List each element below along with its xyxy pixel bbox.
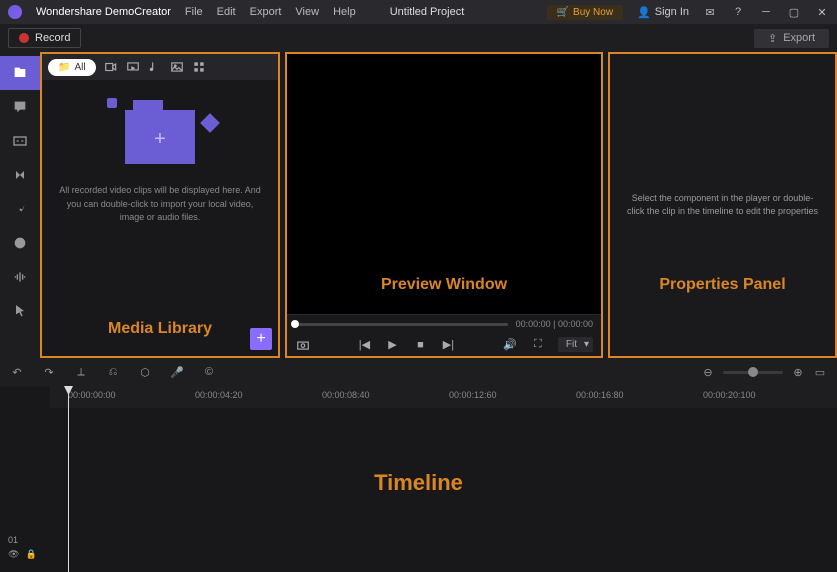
ruler-mark: 00:00:16:80: [576, 390, 624, 400]
project-name: Untitled Project: [390, 6, 465, 18]
sidebar-library[interactable]: [0, 56, 40, 90]
main-toolbar: Record ⇪ Export: [0, 24, 837, 52]
volume-button[interactable]: 🔊: [502, 337, 518, 353]
sidebar-captions[interactable]: [0, 124, 40, 158]
redo-button[interactable]: ↷: [42, 365, 56, 379]
visibility-icon[interactable]: 👁: [8, 549, 19, 560]
media-tab-image-icon[interactable]: [170, 60, 184, 74]
sign-in-button[interactable]: 👤 Sign In: [637, 6, 689, 19]
stop-button[interactable]: ■: [412, 337, 428, 353]
fit-select[interactable]: Fit ▾: [558, 337, 593, 352]
voiceover-button[interactable]: 🎤: [170, 365, 184, 379]
preview-time: 00:00:00 | 00:00:00: [516, 319, 593, 329]
ruler-mark: 00:00:04:20: [195, 390, 243, 400]
menu-help[interactable]: Help: [333, 6, 356, 18]
zoom-out-button[interactable]: ⊖: [701, 365, 715, 379]
prev-frame-button[interactable]: |◀: [356, 337, 372, 353]
track-number: 01: [8, 535, 37, 545]
media-tab-audio-icon[interactable]: [148, 60, 162, 74]
sidebar-cursor[interactable]: [0, 294, 40, 328]
folder-art-icon: +: [125, 110, 195, 164]
media-tab-screen-icon[interactable]: [126, 60, 140, 74]
zoom-control: ⊖ ⊕ ▭: [701, 365, 827, 379]
timeline-label: Timeline: [374, 470, 463, 496]
timeline-toolbar: ↶ ↷ ⟂ ⎌ ⬡ 🎤 © ⊖ ⊕ ▭: [0, 358, 837, 386]
sidebar: [0, 52, 40, 358]
menu-edit[interactable]: Edit: [217, 6, 236, 18]
record-label: Record: [35, 32, 70, 44]
cart-icon: 🛒: [557, 7, 569, 18]
undo-button[interactable]: ↶: [10, 365, 24, 379]
media-library-panel: 📁 All + All recorded video clips will be…: [40, 52, 280, 358]
mail-icon[interactable]: ✉: [703, 5, 717, 19]
ruler-mark: 00:00:00:00: [68, 390, 116, 400]
zoom-in-button[interactable]: ⊕: [791, 365, 805, 379]
preview-controls: 00:00:00 | 00:00:00 |◀ ▶ ■ ▶| 🔊 ⛶ Fit ▾: [287, 314, 601, 356]
app-logo-icon: [8, 5, 22, 19]
folder-icon: 📁: [58, 62, 70, 73]
split-button[interactable]: ⎌: [106, 365, 120, 379]
ruler-mark: 00:00:08:40: [322, 390, 370, 400]
sidebar-transitions[interactable]: [0, 158, 40, 192]
maximize-button[interactable]: ▢: [787, 5, 801, 19]
title-bar: Wondershare DemoCreator File Edit Export…: [0, 0, 837, 24]
media-tab-video-icon[interactable]: [104, 60, 118, 74]
media-tab-all-label: All: [74, 62, 85, 73]
sidebar-audio[interactable]: [0, 260, 40, 294]
media-empty-state[interactable]: + All recorded video clips will be displ…: [42, 80, 278, 356]
properties-empty-text: Select the component in the player or do…: [624, 192, 821, 219]
ruler-mark: 00:00:12:60: [449, 390, 497, 400]
preview-scrubber[interactable]: [295, 323, 508, 326]
zoom-fit-button[interactable]: ▭: [813, 365, 827, 379]
sidebar-effects[interactable]: [0, 192, 40, 226]
fullscreen-button[interactable]: ⛶: [530, 337, 546, 353]
minimize-button[interactable]: ─: [759, 5, 773, 19]
playhead[interactable]: [68, 386, 69, 572]
media-tab-all[interactable]: 📁 All: [48, 59, 96, 76]
zoom-slider[interactable]: [723, 371, 783, 374]
sidebar-annotations[interactable]: [0, 90, 40, 124]
record-icon: [19, 33, 29, 43]
menu-export[interactable]: Export: [250, 6, 282, 18]
sidebar-stickers[interactable]: [0, 226, 40, 260]
media-tab-grid-icon[interactable]: [192, 60, 206, 74]
play-button[interactable]: ▶: [384, 337, 400, 353]
app-title: Wondershare DemoCreator: [36, 6, 171, 18]
chevron-down-icon: ▾: [584, 339, 589, 350]
buy-now-button[interactable]: 🛒 Buy Now: [547, 5, 623, 20]
media-empty-text: All recorded video clips will be display…: [58, 184, 262, 225]
timeline-ruler[interactable]: 00:00:00:00 00:00:04:20 00:00:08:40 00:0…: [50, 386, 837, 408]
user-icon: 👤: [637, 6, 651, 19]
timeline-panel[interactable]: 00:00:00:00 00:00:04:20 00:00:08:40 00:0…: [0, 386, 837, 572]
next-frame-button[interactable]: ▶|: [440, 337, 456, 353]
close-button[interactable]: ✕: [815, 5, 829, 19]
crop-button[interactable]: ⟂: [74, 365, 88, 379]
help-icon[interactable]: ?: [731, 5, 745, 19]
properties-panel-label: Properties Panel: [659, 276, 785, 294]
lock-icon[interactable]: 🔒: [25, 549, 36, 560]
buy-now-label: Buy Now: [573, 7, 613, 18]
menu-file[interactable]: File: [185, 6, 203, 18]
export-button[interactable]: ⇪ Export: [754, 29, 829, 48]
properties-panel: Select the component in the player or do…: [608, 52, 837, 358]
menu-view[interactable]: View: [295, 6, 319, 18]
media-tabs: 📁 All: [42, 54, 278, 80]
export-label: Export: [783, 32, 815, 44]
marker-button[interactable]: ⬡: [138, 365, 152, 379]
track-header: 01 👁 🔒: [8, 535, 37, 560]
sign-in-label: Sign In: [655, 6, 689, 18]
copyright-button[interactable]: ©: [202, 365, 216, 379]
add-media-button[interactable]: +: [250, 328, 272, 350]
record-button[interactable]: Record: [8, 28, 81, 48]
preview-panel-label: Preview Window: [381, 276, 507, 294]
media-panel-label: Media Library: [108, 320, 212, 338]
snapshot-button[interactable]: [295, 337, 311, 353]
preview-panel: Preview Window 00:00:00 | 00:00:00 |◀ ▶ …: [285, 52, 603, 358]
preview-viewport[interactable]: Preview Window: [287, 54, 601, 314]
ruler-mark: 00:00:20:100: [703, 390, 756, 400]
upload-icon: ⇪: [768, 32, 777, 45]
